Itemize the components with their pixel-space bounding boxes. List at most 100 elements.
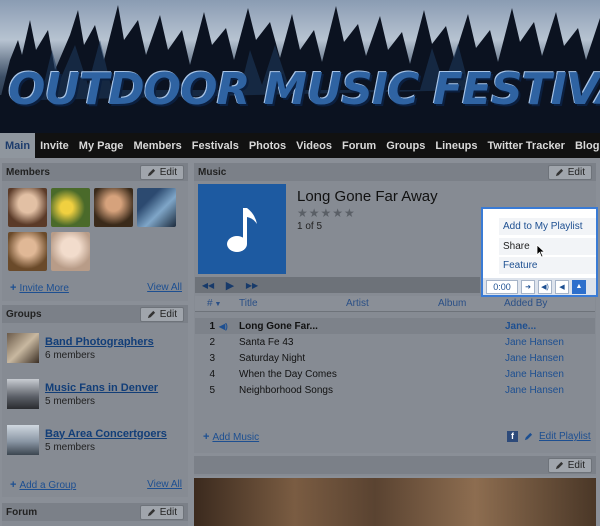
track-number: 4 bbox=[209, 368, 215, 380]
rating-stars[interactable]: ★★★★★ bbox=[297, 206, 356, 220]
track-title: Saturday Night bbox=[239, 352, 306, 364]
col-album[interactable]: Album bbox=[438, 298, 504, 309]
group-name[interactable]: Bay Area Concertgoers bbox=[45, 428, 167, 440]
group-image bbox=[7, 425, 39, 455]
playlist-row[interactable]: 3 Saturday Night Jane Hansen bbox=[195, 350, 595, 366]
members-edit-label: Edit bbox=[159, 166, 177, 178]
song-title: Long Gone Far Away bbox=[297, 188, 438, 205]
group-image bbox=[7, 379, 39, 409]
pencil-icon bbox=[147, 168, 155, 176]
tab-videos[interactable]: Videos bbox=[291, 133, 337, 158]
tab-twitter-tracker[interactable]: Twitter Tracker bbox=[483, 133, 570, 158]
group-item[interactable]: Band Photographers 6 members bbox=[7, 332, 187, 364]
forum-header: Forum Edit bbox=[2, 503, 188, 521]
forum-title: Forum bbox=[6, 506, 38, 518]
share-option[interactable]: Share bbox=[499, 238, 596, 255]
track-number: 5 bbox=[209, 384, 215, 396]
playlist-header: # ▼ Title Artist Album Added By bbox=[195, 296, 595, 312]
music-edit-button[interactable]: Edit bbox=[547, 164, 592, 180]
col-num[interactable]: # ▼ bbox=[195, 298, 239, 309]
members-header: Members Edit bbox=[2, 163, 188, 181]
track-added-by[interactable]: Jane Hansen bbox=[505, 337, 564, 348]
playlist-row[interactable]: 2 Santa Fe 43 Jane Hansen bbox=[195, 334, 595, 350]
pencil-icon bbox=[147, 310, 155, 318]
tab-blog[interactable]: Blog bbox=[570, 133, 600, 158]
music-note-icon bbox=[227, 208, 257, 252]
tab-festivals[interactable]: Festivals bbox=[187, 133, 244, 158]
track-title: Long Gone Far... bbox=[239, 320, 318, 332]
facebook-icon[interactable]: f bbox=[507, 431, 518, 442]
tab-groups[interactable]: Groups bbox=[381, 133, 430, 158]
group-member-count: 6 members bbox=[45, 349, 96, 361]
track-count: 1 of 5 bbox=[297, 221, 323, 232]
edit-playlist-link[interactable]: Edit Playlist bbox=[539, 431, 591, 442]
member-avatar[interactable] bbox=[51, 232, 90, 271]
pencil-icon bbox=[555, 168, 563, 176]
photo-edit-button[interactable]: Edit bbox=[547, 457, 592, 473]
member-avatar[interactable] bbox=[8, 188, 47, 227]
groups-view-all-link[interactable]: View All bbox=[147, 479, 182, 490]
add-group-link[interactable]: + Add a Group bbox=[10, 479, 76, 491]
tab-main[interactable]: Main bbox=[0, 133, 36, 158]
playlist-row[interactable]: 1 ◀) Long Gone Far... Jane... bbox=[195, 318, 595, 334]
member-avatar[interactable] bbox=[94, 188, 133, 227]
tab-photos[interactable]: Photos bbox=[244, 133, 291, 158]
track-added-by[interactable]: Jane Hansen bbox=[505, 353, 564, 364]
member-avatar[interactable] bbox=[137, 188, 176, 227]
tab-lineups[interactable]: Lineups bbox=[430, 133, 482, 158]
track-title: Santa Fe 43 bbox=[239, 336, 294, 348]
music-header: Music Edit bbox=[194, 163, 596, 181]
track-added-by[interactable]: Jane Hansen bbox=[505, 369, 564, 380]
col-artist[interactable]: Artist bbox=[346, 298, 438, 309]
tab-invite[interactable]: Invite bbox=[35, 133, 74, 158]
music-title: Music bbox=[198, 166, 227, 178]
festival-photo[interactable] bbox=[194, 478, 596, 526]
collapse-up-icon[interactable]: ▲ bbox=[572, 279, 586, 294]
forum-edit-label: Edit bbox=[159, 506, 177, 518]
tab-my-page[interactable]: My Page bbox=[74, 133, 129, 158]
playlist-row[interactable]: 4 When the Day Comes Jane Hansen bbox=[195, 366, 595, 382]
col-added-by[interactable]: Added By bbox=[504, 298, 547, 309]
previous-icon[interactable]: ◀◀ bbox=[199, 279, 217, 291]
photo-panel: Edit bbox=[194, 456, 596, 476]
invite-more-label: Invite More bbox=[19, 283, 69, 294]
forum-edit-button[interactable]: Edit bbox=[139, 504, 184, 520]
group-name[interactable]: Band Photographers bbox=[45, 336, 154, 348]
forward-icon[interactable]: ➜ bbox=[521, 279, 535, 294]
track-number: 1 bbox=[209, 320, 215, 332]
members-edit-button[interactable]: Edit bbox=[139, 164, 184, 180]
group-item[interactable]: Music Fans in Denver 5 members bbox=[7, 378, 187, 410]
track-title: When the Day Comes bbox=[239, 368, 337, 380]
playlist-row[interactable]: 5 Neighborhood Songs Jane Hansen bbox=[195, 382, 595, 398]
player-controls: ◀◀ ▶ ▶▶ bbox=[195, 277, 480, 293]
playlist-actions: f Edit Playlist bbox=[507, 431, 591, 442]
group-member-count: 5 members bbox=[45, 395, 96, 407]
groups-panel: Groups Edit Band Photographers 6 members … bbox=[2, 305, 188, 497]
member-avatar[interactable] bbox=[51, 188, 90, 227]
add-music-link[interactable]: + Add Music bbox=[203, 431, 259, 443]
add-to-playlist-option[interactable]: Add to My Playlist bbox=[499, 218, 596, 235]
volume-icon[interactable]: ◀) bbox=[538, 279, 552, 294]
groups-edit-button[interactable]: Edit bbox=[139, 306, 184, 322]
track-added-by[interactable]: Jane... bbox=[505, 321, 536, 332]
play-icon[interactable]: ▶ bbox=[221, 279, 239, 292]
album-art bbox=[198, 184, 286, 274]
groups-header: Groups Edit bbox=[2, 305, 188, 323]
member-avatar[interactable] bbox=[8, 232, 47, 271]
tab-forum[interactable]: Forum bbox=[337, 133, 381, 158]
col-title[interactable]: Title bbox=[239, 298, 346, 309]
pencil-icon bbox=[147, 508, 155, 516]
plus-icon: + bbox=[203, 431, 210, 443]
members-view-all-link[interactable]: View All bbox=[147, 282, 182, 293]
group-name[interactable]: Music Fans in Denver bbox=[45, 382, 158, 394]
track-added-by[interactable]: Jane Hansen bbox=[505, 385, 564, 396]
invite-more-link[interactable]: + Invite More bbox=[10, 282, 69, 294]
mute-icon[interactable]: ◀ bbox=[555, 279, 569, 294]
group-item[interactable]: Bay Area Concertgoers 5 members bbox=[7, 424, 187, 456]
tab-members[interactable]: Members bbox=[128, 133, 186, 158]
add-music-label: Add Music bbox=[212, 432, 260, 443]
feature-option[interactable]: Feature bbox=[499, 257, 596, 274]
groups-title: Groups bbox=[6, 308, 42, 320]
next-icon[interactable]: ▶▶ bbox=[243, 279, 261, 291]
track-title: Neighborhood Songs bbox=[239, 384, 333, 396]
